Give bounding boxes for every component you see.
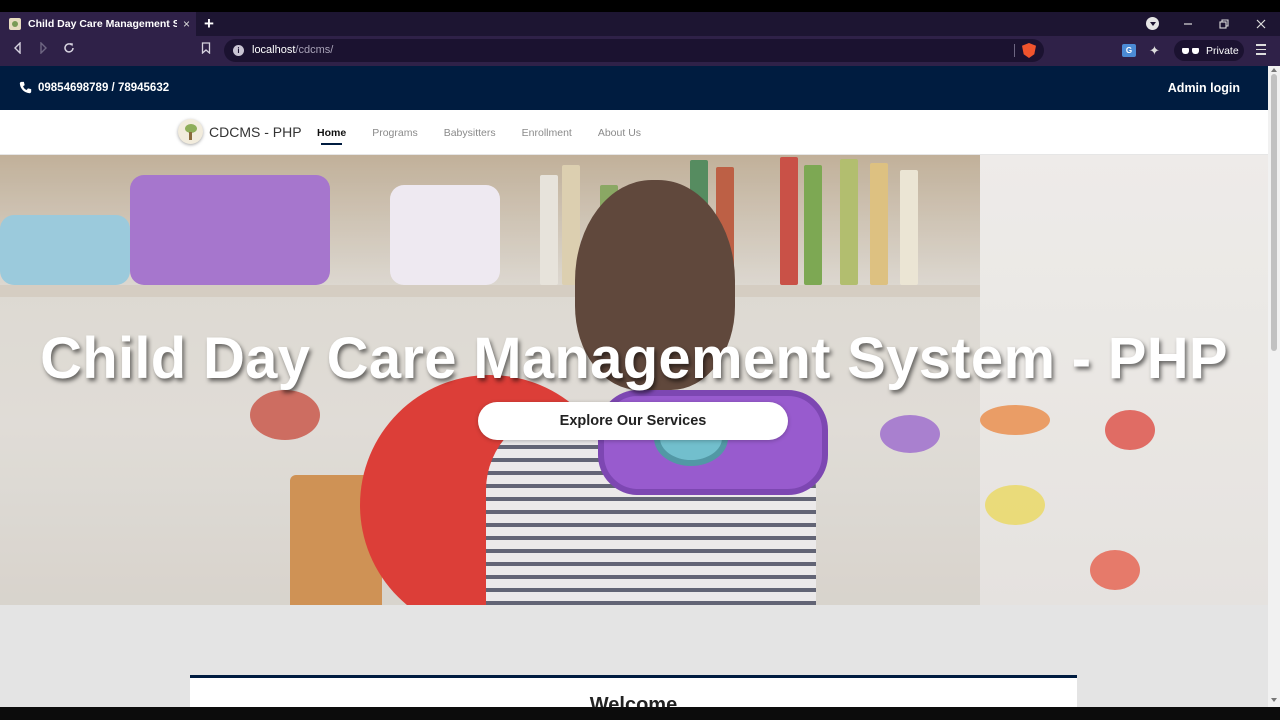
private-window-badge[interactable]: Private bbox=[1174, 40, 1244, 61]
extensions-icon[interactable]: ✦ bbox=[1149, 43, 1160, 59]
tab-bar: Child Day Care Management Syst × + bbox=[0, 12, 1280, 36]
hero-title: Child Day Care Management System - PHP bbox=[40, 326, 1228, 391]
nav-babysitters[interactable]: Babysitters bbox=[444, 127, 496, 139]
bookmark-icon[interactable] bbox=[198, 42, 214, 58]
browser-window: Child Day Care Management Syst × + i bbox=[0, 0, 1280, 720]
hero-banner: Child Day Care Management System - PHP E… bbox=[0, 155, 1268, 605]
brand-name: CDCMS - PHP bbox=[209, 123, 302, 140]
main-nav: Home Programs Babysitters Enrollment Abo… bbox=[317, 127, 667, 145]
reload-icon[interactable] bbox=[61, 42, 77, 58]
site-topbar: 09854698789 / 78945632 Admin login bbox=[0, 66, 1268, 110]
screen-top-edge bbox=[0, 0, 1280, 12]
page-scrollbar[interactable] bbox=[1268, 66, 1280, 707]
scroll-up-icon[interactable] bbox=[1271, 68, 1277, 72]
nav-about-us[interactable]: About Us bbox=[598, 127, 641, 139]
contact-phone: 09854698789 / 78945632 bbox=[19, 81, 169, 94]
tree-logo-icon bbox=[178, 119, 203, 144]
url-text[interactable]: localhost/cdcms/ bbox=[252, 44, 333, 56]
welcome-title: Welcome bbox=[589, 694, 678, 707]
nav-home[interactable]: Home bbox=[317, 127, 346, 145]
tab-search-icon[interactable] bbox=[1146, 17, 1159, 30]
forward-icon[interactable] bbox=[35, 41, 51, 58]
screen-bottom-edge bbox=[0, 707, 1280, 720]
web-page: 09854698789 / 78945632 Admin login CDCMS… bbox=[0, 66, 1268, 707]
explore-services-button[interactable]: Explore Our Services bbox=[478, 402, 788, 440]
scroll-down-icon[interactable] bbox=[1271, 698, 1277, 702]
welcome-section: Welcome bbox=[190, 675, 1077, 707]
browser-toolbar: i localhost/cdcms/ G ✦ Private bbox=[0, 36, 1280, 66]
admin-login-link[interactable]: Admin login bbox=[1168, 81, 1240, 95]
new-tab-button[interactable]: + bbox=[204, 15, 214, 32]
favicon-icon bbox=[9, 18, 21, 30]
phone-numbers: 09854698789 / 78945632 bbox=[38, 81, 170, 94]
brand[interactable]: CDCMS - PHP bbox=[178, 119, 302, 144]
minimize-icon[interactable] bbox=[1176, 12, 1200, 36]
site-info-icon[interactable]: i bbox=[233, 45, 244, 56]
private-label: Private bbox=[1206, 44, 1239, 57]
address-bar[interactable]: i localhost/cdcms/ bbox=[224, 39, 1044, 62]
browser-tab[interactable]: Child Day Care Management Syst × bbox=[0, 12, 196, 36]
back-icon[interactable] bbox=[10, 41, 26, 58]
brave-shield-icon[interactable] bbox=[1022, 43, 1036, 58]
restore-icon[interactable] bbox=[1212, 12, 1236, 36]
nav-enrollment[interactable]: Enrollment bbox=[522, 127, 572, 139]
nav-programs[interactable]: Programs bbox=[372, 127, 418, 139]
private-glasses-icon bbox=[1182, 47, 1199, 54]
browser-menu-icon[interactable] bbox=[1256, 44, 1266, 55]
tab-close-icon[interactable]: × bbox=[183, 18, 190, 30]
tab-title: Child Day Care Management Syst bbox=[28, 18, 177, 30]
scrollbar-thumb[interactable] bbox=[1271, 74, 1277, 351]
site-navbar: CDCMS - PHP Home Programs Babysitters En… bbox=[0, 110, 1268, 155]
translate-icon[interactable]: G bbox=[1122, 44, 1136, 57]
phone-icon bbox=[19, 81, 32, 94]
close-window-icon[interactable] bbox=[1249, 12, 1273, 36]
omnibox-divider bbox=[1014, 44, 1015, 57]
